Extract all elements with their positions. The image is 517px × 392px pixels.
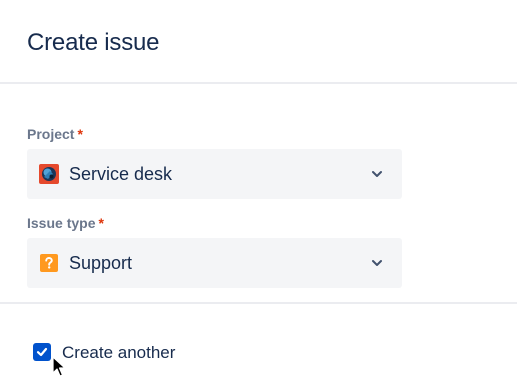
issue-type-select[interactable]: Support [27, 238, 402, 288]
create-another-label[interactable]: Create another [62, 343, 175, 363]
issue-type-label: Issue type * [27, 214, 104, 232]
footer-divider [0, 302, 517, 304]
question-mark-icon [39, 253, 59, 273]
project-label: Project * [27, 125, 83, 143]
issue-type-label-text: Issue type [27, 215, 96, 231]
chevron-down-icon [370, 256, 384, 270]
create-another-checkbox[interactable] [33, 343, 51, 361]
chevron-down-icon [370, 167, 384, 181]
required-indicator: * [98, 215, 104, 231]
dialog-header: Create issue [0, 0, 517, 84]
project-label-text: Project [27, 126, 75, 142]
issue-type-value: Support [69, 253, 133, 273]
project-select[interactable]: Service desk [27, 149, 402, 199]
project-value: Service desk [69, 164, 173, 184]
dialog-title: Create issue [27, 29, 160, 56]
create-issue-dialog: Create issue Project * Service desk Issue… [0, 0, 517, 392]
required-indicator: * [77, 126, 83, 142]
service-desk-project-icon [39, 164, 59, 184]
checkmark-icon [36, 347, 48, 357]
